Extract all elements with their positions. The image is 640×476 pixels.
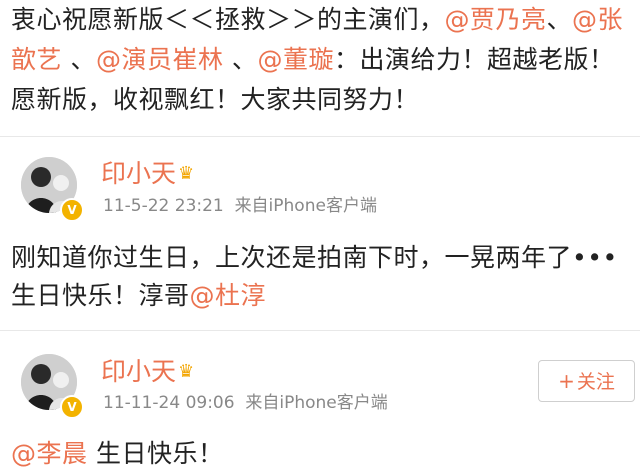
post-text: ：出演给力！超越老版！ [333, 45, 615, 74]
crown-icon: ♛ [178, 361, 195, 382]
username-text: 印小天 [101, 357, 177, 386]
mention-link[interactable]: @董璇 [257, 45, 334, 74]
separator: 、 [546, 5, 573, 34]
mention-link[interactable]: @贾乃亮 [445, 5, 547, 34]
comment-text: 生日快乐！淳哥 [11, 281, 190, 310]
mention-link[interactable]: @演员崔林 [96, 45, 224, 74]
separator: 、 [62, 45, 96, 74]
follow-label: 关注 [576, 371, 615, 393]
post-text: 愿新版，收视飘红！大家共同努力！ [11, 85, 420, 114]
comment-text-line-1: 刚知道你过生日，上次还是拍南下时，一晃两年了••• [11, 240, 618, 276]
crown-icon: ♛ [178, 163, 195, 184]
post-text-line-1: 衷心祝愿新版＜＜拯救＞＞的主演们，@贾乃亮、@张 [11, 2, 623, 38]
comment-text-line-1: @李晨 生日快乐！ [11, 436, 223, 472]
timestamp: 11-5-22 23:21 [103, 196, 224, 216]
source-text: 来自iPhone客户端 [234, 196, 377, 216]
username[interactable]: 印小天 ♛ [101, 356, 194, 388]
username-text: 印小天 [101, 159, 177, 188]
comment-text-line-2: 生日快乐！淳哥@杜淳 [11, 278, 266, 314]
plus-icon: + [558, 369, 575, 393]
comment-meta: 11-5-22 23:21 来自iPhone客户端 [103, 195, 377, 217]
verified-badge-icon: V [60, 198, 84, 222]
post-text-line-2: 歆艺 、@演员崔林 、@董璇：出演给力！超越老版！ [11, 42, 614, 78]
mention-link[interactable]: 歆艺 [11, 45, 62, 74]
divider [0, 330, 640, 331]
comment-text: 生日快乐！ [87, 439, 224, 468]
post-text-line-3: 愿新版，收视飘红！大家共同努力！ [11, 82, 419, 118]
verified-badge-icon: V [60, 395, 84, 419]
username[interactable]: 印小天 ♛ [101, 158, 194, 190]
comment-text: 刚知道你过生日，上次还是拍南下时，一晃两年了••• [11, 243, 618, 272]
divider [0, 136, 640, 137]
timestamp: 11-11-24 09:06 [103, 393, 235, 413]
follow-button[interactable]: + 关注 [538, 360, 635, 402]
comment-meta: 11-11-24 09:06 来自iPhone客户端 [103, 392, 388, 414]
source-text: 来自iPhone客户端 [245, 393, 388, 413]
separator: 、 [223, 45, 258, 74]
post-text: 衷心祝愿新版＜＜拯救＞＞的主演们， [11, 5, 445, 34]
mention-link[interactable]: @李晨 [11, 439, 88, 468]
mention-link[interactable]: @杜淳 [190, 281, 267, 310]
mention-link[interactable]: @张 [572, 5, 623, 34]
